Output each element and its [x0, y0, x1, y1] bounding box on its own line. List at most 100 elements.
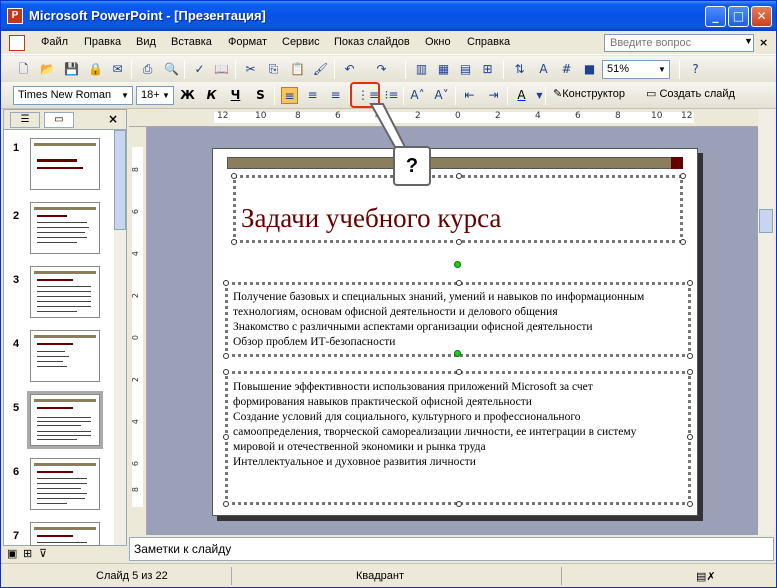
insert-chart-icon[interactable]: ▥ — [413, 61, 430, 78]
document-icon[interactable] — [9, 35, 25, 51]
chevron-down-icon[interactable]: ▼ — [160, 88, 172, 103]
content-text-1[interactable]: Получение базовых и специальных знаний, … — [233, 290, 683, 350]
open-icon[interactable]: 📂 — [39, 61, 56, 78]
resize-handle[interactable] — [687, 434, 693, 440]
chevron-down-icon[interactable]: ▼ — [656, 62, 668, 77]
help-dropdown-icon[interactable]: ▼ — [744, 36, 753, 46]
tables-borders-icon[interactable]: ▤ — [457, 61, 474, 78]
close-button[interactable]: ✕ — [751, 6, 772, 27]
menu-tools[interactable]: Сервис — [282, 36, 320, 48]
slide-thumbnail[interactable] — [30, 202, 100, 254]
minimize-button[interactable]: _ — [705, 6, 726, 27]
underline-button[interactable]: Ч — [227, 87, 244, 104]
slide-title[interactable]: Задачи учебного курса — [241, 203, 501, 234]
resize-handle[interactable] — [687, 369, 693, 375]
menu-help[interactable]: Справка — [467, 36, 510, 48]
menu-slideshow[interactable]: Показ слайдов — [334, 36, 410, 48]
spelling-icon[interactable]: ✓ — [191, 61, 208, 78]
decrease-font-icon[interactable]: A˅ — [433, 87, 450, 104]
font-color-icon[interactable]: A — [513, 87, 530, 104]
resize-handle[interactable] — [687, 280, 693, 286]
help-search-input[interactable]: Введите вопрос — [604, 34, 754, 52]
slide-thumbnail-selected[interactable] — [27, 391, 103, 449]
redo-icon[interactable]: ↷ — [373, 61, 390, 78]
powerpoint-app-icon[interactable]: P — [7, 8, 23, 24]
slide-thumbnail[interactable] — [30, 138, 100, 190]
scroll-thumb[interactable] — [759, 209, 773, 233]
show-formatting-icon[interactable]: A — [535, 61, 552, 78]
resize-handle[interactable] — [231, 173, 237, 179]
slide-thumbnail[interactable] — [30, 458, 100, 510]
resize-handle[interactable] — [456, 239, 462, 245]
insert-table-icon[interactable]: ▦ — [435, 61, 452, 78]
rotate-handle[interactable] — [454, 261, 461, 268]
slide-thumbnail[interactable] — [30, 330, 100, 382]
align-left-icon[interactable]: ≡ — [281, 87, 298, 104]
maximize-button[interactable]: □ — [728, 6, 749, 27]
shadow-button[interactable]: S — [252, 87, 269, 104]
bold-button[interactable]: Ж — [179, 87, 196, 104]
resize-handle[interactable] — [223, 280, 229, 286]
menu-file[interactable]: Файл — [41, 36, 68, 48]
insert-picture-icon[interactable]: ⊞ — [479, 61, 496, 78]
menu-insert[interactable]: Вставка — [171, 36, 212, 48]
format-painter-icon[interactable]: 🖌 — [312, 61, 329, 78]
chevron-down-icon[interactable]: ▼ — [119, 88, 131, 103]
cut-icon[interactable]: ✂ — [242, 61, 259, 78]
tab-slides[interactable]: ▭ — [44, 112, 74, 128]
paste-icon[interactable]: 📋 — [289, 61, 306, 78]
preview-icon[interactable]: 🔍 — [163, 61, 180, 78]
resize-handle[interactable] — [456, 369, 462, 375]
slides-panel-scrollbar[interactable] — [114, 130, 126, 545]
slide-sorter-icon[interactable]: ⊞ — [23, 547, 32, 560]
rotate-handle[interactable] — [454, 350, 461, 357]
resize-handle[interactable] — [223, 353, 229, 359]
menu-view[interactable]: Вид — [136, 36, 156, 48]
slideshow-icon[interactable]: ⊽ — [39, 547, 47, 560]
font-size-combo[interactable]: 18+ ▼ — [136, 86, 174, 105]
doc-close-icon[interactable]: × — [759, 36, 768, 49]
designer-button[interactable]: ✎Конструктор — [553, 87, 625, 100]
resize-handle[interactable] — [456, 173, 462, 179]
normal-view-icon[interactable]: ▣ — [7, 547, 17, 560]
resize-handle[interactable] — [680, 173, 686, 179]
content-text-2[interactable]: Повышение эффективности использования пр… — [233, 380, 683, 470]
resize-handle[interactable] — [456, 280, 462, 286]
resize-handle[interactable] — [223, 369, 229, 375]
undo-icon[interactable]: ↶ — [341, 61, 358, 78]
resize-handle[interactable] — [680, 239, 686, 245]
close-icon[interactable]: × — [108, 112, 118, 126]
align-center-icon[interactable]: ≡ — [304, 87, 321, 104]
menu-format[interactable]: Формат — [228, 36, 267, 48]
align-right-icon[interactable]: ≡ — [327, 87, 344, 104]
tab-outline[interactable]: ☰ — [10, 112, 40, 128]
scroll-thumb[interactable] — [114, 130, 126, 230]
increase-indent-icon[interactable]: ⇥ — [485, 87, 502, 104]
new-slide-button[interactable]: ▭ Создать слайд — [646, 87, 735, 100]
decrease-indent-icon[interactable]: ⇤ — [461, 87, 478, 104]
menu-window[interactable]: Окно — [425, 36, 451, 48]
font-combo[interactable]: Times New Roman ▼ — [13, 86, 133, 105]
show-grid-icon[interactable]: # — [558, 61, 575, 78]
resize-handle[interactable] — [231, 239, 237, 245]
save-icon[interactable]: 💾 — [63, 61, 80, 78]
resize-handle[interactable] — [687, 501, 693, 507]
print-icon[interactable]: ⎙ — [139, 61, 156, 78]
expand-all-icon[interactable]: ⇅ — [511, 61, 528, 78]
resize-handle[interactable] — [456, 501, 462, 507]
slide-thumbnail[interactable] — [30, 266, 100, 318]
zoom-combo[interactable]: 51% ▼ — [602, 60, 670, 79]
permission-icon[interactable]: 🔒 — [87, 61, 104, 78]
color-grayscale-icon[interactable]: ■ — [581, 61, 598, 78]
resize-handle[interactable] — [223, 501, 229, 507]
slide-canvas[interactable]: Задачи учебного курса Получение базовых … — [212, 148, 698, 516]
menu-edit[interactable]: Правка — [84, 36, 121, 48]
copy-icon[interactable]: ⎘ — [265, 61, 282, 78]
resize-handle[interactable] — [223, 434, 229, 440]
new-icon[interactable]: 🗋 — [15, 61, 32, 78]
notes-pane[interactable]: Заметки к слайду — [129, 537, 774, 561]
slide-thumbnail[interactable] — [30, 522, 100, 546]
email-icon[interactable]: ✉ — [109, 61, 126, 78]
research-icon[interactable]: 📖 — [213, 61, 230, 78]
italic-button[interactable]: К — [203, 87, 220, 104]
